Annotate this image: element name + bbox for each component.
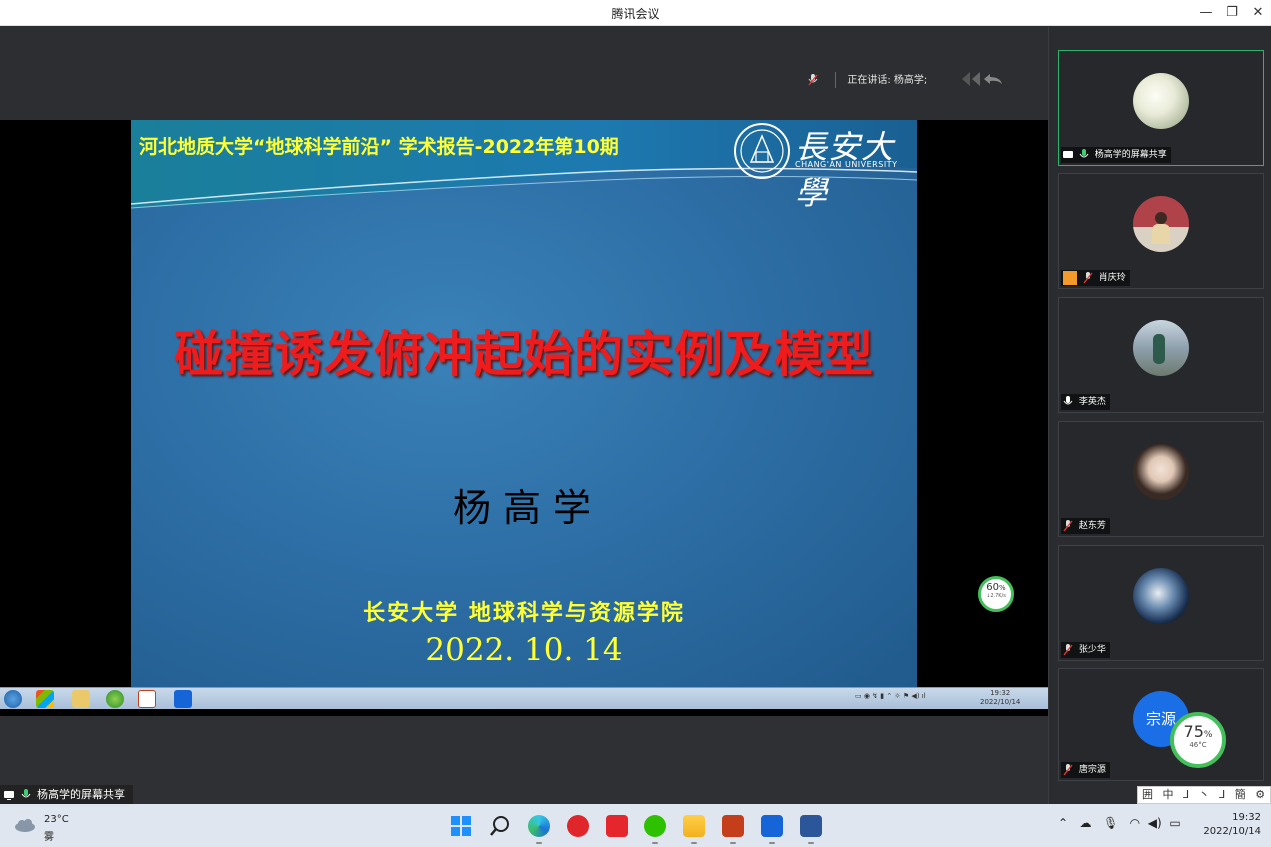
app-tray-icon[interactable]: ☁ [1080, 816, 1092, 830]
battery-icon[interactable]: ▭ [1169, 816, 1180, 830]
participant-tile[interactable]: 宗源 75% 46°C 唐宗源 [1058, 668, 1264, 781]
slide-header-text: 河北地质大学“地球科学前沿” 学术报告-2022年第10期 [139, 136, 619, 158]
microphone-icon[interactable]: 🎙 [1103, 816, 1118, 830]
clock-time: 19:32 [1232, 812, 1261, 823]
system-clock[interactable]: 19:32 2022/10/14 [1196, 811, 1261, 839]
mic-icon [1063, 396, 1073, 405]
running-indicator [730, 842, 736, 844]
weather-temperature: 23°C [44, 814, 69, 825]
netease-music-icon[interactable] [567, 815, 589, 837]
remote-clock-time: 19:32 [990, 689, 1011, 697]
window-title: 腾讯会议 [611, 7, 660, 21]
participant-name: 杨高学的屏幕共享 [1061, 147, 1171, 163]
participant-name: 张少华 [1061, 642, 1110, 658]
remote-taskbar: ▭ ◉ ↯ ▮ ⌃ ☼ ⚑ ◀) ıl 19:32 2022/10/14 [0, 687, 1048, 709]
participant-tile[interactable]: 肖庆玲 [1058, 173, 1264, 289]
slide-title: 碰撞诱发俯冲起始的实例及模型 [173, 326, 874, 383]
speaking-separator [835, 72, 837, 88]
word-icon[interactable] [800, 815, 822, 837]
minimize-button[interactable]: — [1196, 3, 1216, 23]
remote-powerpoint-icon [138, 690, 156, 708]
mic-muted-icon [1063, 764, 1073, 776]
volume-icon[interactable]: ◀) [1148, 816, 1162, 830]
cpu-temperature: 46°C [1189, 741, 1207, 749]
university-english-name: CHANG'AN UNIVERSITY [795, 160, 898, 169]
participant-name: 赵东芳 [1061, 518, 1110, 534]
avatar [1133, 73, 1189, 129]
meeting-top-strip: 正在讲话: 杨高学; [0, 27, 1048, 120]
running-indicator [691, 842, 697, 844]
remote-browser-icon [106, 690, 124, 708]
participant-panel: 杨高学的屏幕共享 肖庆玲 李英杰 赵东芳 张少华 宗源 75% 46°C 唐宗源 [1048, 27, 1271, 804]
powerpoint-icon[interactable] [722, 815, 744, 837]
running-indicator [652, 842, 658, 844]
edge-icon[interactable] [528, 815, 550, 837]
weather-condition: 雾 [44, 832, 54, 843]
screen-share-icon [4, 791, 14, 800]
speaking-label: 正在讲话: 杨高学; [847, 75, 928, 86]
mic-muted-icon [1063, 644, 1073, 656]
running-indicator [808, 842, 814, 844]
speaking-indicator: 正在讲话: 杨高学; [808, 71, 927, 88]
remote-clock-date: 2022/10/14 [980, 698, 1021, 706]
cloud-icon [15, 819, 35, 832]
cpu-status-badge: 75% 46°C [1170, 712, 1226, 768]
university-seal-icon [734, 123, 790, 179]
youdao-icon[interactable] [606, 815, 628, 837]
restore-button[interactable]: ❐ [1222, 3, 1242, 23]
remote-tray-icons: ▭ ◉ ↯ ▮ ⌃ ☼ ⚑ ◀) ıl [855, 692, 926, 700]
mic-icon [1079, 149, 1089, 158]
user-icon [1063, 271, 1077, 285]
system-tray[interactable]: ⌃ ☁ 🎙 ◠ ◀) ▭ [1058, 816, 1181, 830]
annotation-toolbar-icon[interactable] [960, 70, 1008, 88]
mic-icon [21, 789, 30, 798]
participant-tile[interactable]: 李英杰 [1058, 297, 1264, 413]
file-explorer-icon[interactable] [683, 815, 705, 837]
ime-toolbar[interactable]: 囲 中 ⅃ 丶 ⅃ 簡 ⚙ ⋮ [1137, 786, 1271, 817]
participant-tile[interactable]: 赵东芳 [1058, 421, 1264, 537]
chevron-up-icon[interactable]: ⌃ [1058, 816, 1068, 830]
network-percent: 60% [986, 582, 1006, 593]
remote-app-icon [36, 690, 54, 708]
running-indicator [536, 842, 542, 844]
share-source-text: 杨高学的屏幕共享 [37, 788, 125, 801]
start-icon[interactable] [450, 815, 472, 837]
participant-name: 唐宗源 [1061, 762, 1110, 778]
running-indicator [769, 842, 775, 844]
window-titlebar: 腾讯会议 — ❐ ✕ [0, 0, 1271, 26]
participant-tile[interactable]: 杨高学的屏幕共享 [1058, 50, 1264, 166]
remote-start-icon [4, 690, 22, 708]
slide-date: 2022. 10. 14 [425, 632, 623, 668]
network-speed: ↓2.7K/s [986, 593, 1006, 599]
remote-clock: 19:32 2022/10/14 [980, 689, 1020, 707]
avatar [1133, 568, 1189, 624]
remote-explorer-icon [72, 690, 90, 708]
mic-muted-icon [808, 74, 818, 86]
windows-taskbar: 23°C 雾 ⌃ ☁ 🎙 ◠ ◀) ▭ 19:32 2022/10/14 [0, 804, 1271, 847]
clock-date: 2022/10/14 [1203, 826, 1261, 837]
avatar [1133, 196, 1189, 252]
cpu-percent: 75% [1183, 722, 1213, 741]
network-status-badge: 60% ↓2.7K/s [978, 576, 1014, 612]
meeting-main-area: 正在讲话: 杨高学; 河北地质大学“地球科学前沿” 学术报告-2022年第10期… [0, 27, 1048, 804]
mic-muted-icon [1063, 520, 1073, 532]
search-icon[interactable] [489, 815, 511, 837]
remote-meeting-icon [174, 690, 192, 708]
participant-tile[interactable]: 张少华 [1058, 545, 1264, 661]
close-button[interactable]: ✕ [1248, 3, 1268, 23]
shared-screen: 河北地质大学“地球科学前沿” 学术报告-2022年第10期 長安大學 CHANG… [0, 120, 1048, 716]
slide-author: 杨高学 [452, 486, 603, 530]
avatar [1133, 320, 1189, 376]
slide-institution: 长安大学 地球科学与资源学院 [363, 601, 685, 626]
participant-name: 肖庆玲 [1061, 270, 1130, 286]
screen-share-icon [1063, 151, 1073, 158]
avatar [1133, 444, 1189, 500]
wifi-icon[interactable]: ◠ [1130, 816, 1140, 830]
share-source-label: 杨高学的屏幕共享 [0, 785, 133, 804]
presentation-slide: 河北地质大学“地球科学前沿” 学术报告-2022年第10期 長安大學 CHANG… [131, 120, 917, 687]
wechat-icon[interactable] [644, 815, 666, 837]
mic-muted-icon [1083, 272, 1093, 284]
tencent-meeting-icon[interactable] [761, 815, 783, 837]
participant-name: 李英杰 [1061, 394, 1110, 410]
